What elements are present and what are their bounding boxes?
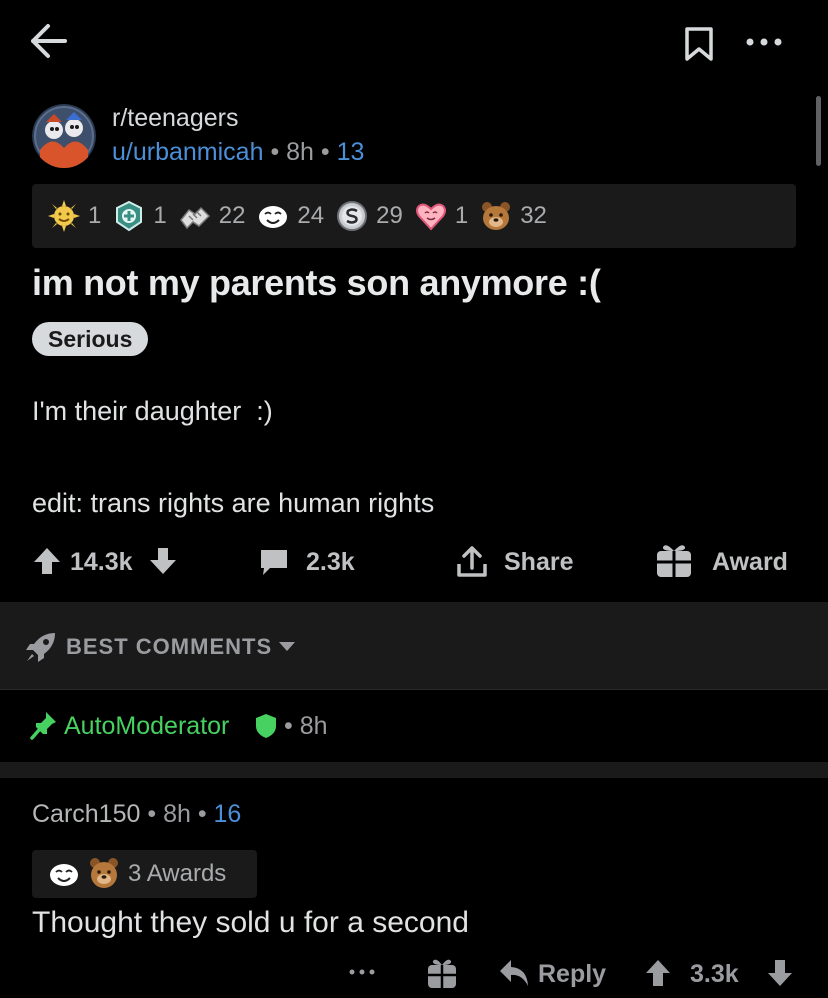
back-arrow-icon[interactable] [28, 22, 68, 60]
comments-button[interactable]: 2.3k [306, 548, 355, 577]
more-horizontal-icon[interactable] [348, 962, 376, 982]
post-time: 8h [286, 138, 314, 166]
pin-icon [30, 710, 58, 740]
comment-time: 8h [163, 800, 191, 828]
bookmark-icon[interactable] [682, 26, 716, 62]
award-count: 1 [88, 202, 102, 229]
award-count: 22 [218, 202, 246, 229]
sort-dropdown-label[interactable]: BEST COMMENTS [66, 634, 272, 660]
gift-icon[interactable] [654, 540, 694, 580]
gift-icon[interactable] [426, 956, 458, 990]
share-icon[interactable] [454, 544, 490, 580]
post-flair[interactable]: Serious [32, 322, 149, 356]
post-title: im not my parents son anymore :( [32, 262, 601, 303]
award-count: 1 [153, 202, 167, 229]
bear-award-icon [480, 200, 512, 232]
reply-button[interactable]: Reply [538, 960, 606, 989]
awards-bar[interactable]: 1 1 22 24 29 1 32 [32, 184, 796, 248]
sun-award-icon [48, 200, 80, 232]
heart-award-icon [415, 200, 447, 232]
subreddit-avatar[interactable] [32, 104, 96, 168]
post-body-line: edit: trans rights are human rights [32, 488, 435, 518]
award-item[interactable]: 24 [257, 200, 324, 232]
reply-arrow-icon[interactable] [498, 958, 530, 988]
comment-score: 3.3k [690, 960, 739, 988]
comment-meta: Carch150 • 8h • 16 [32, 800, 241, 829]
award-count: 24 [297, 202, 325, 229]
medic-award-icon [113, 200, 145, 232]
scrollbar[interactable] [816, 96, 821, 166]
post-meta: u/urbanmicah • 8h • 13 [112, 138, 364, 167]
separator-dot: • [284, 712, 300, 740]
comment-time: 8h [299, 712, 328, 740]
post-body-line: I'm their daughter :) [32, 396, 273, 426]
separator-dot: • [197, 800, 214, 828]
comment-awards-label: 3 Awards [128, 860, 227, 887]
award-button[interactable]: Award [712, 548, 788, 577]
award-item[interactable]: 1 [113, 200, 167, 232]
downvote-arrow-icon[interactable] [766, 958, 794, 988]
moderator-shield-icon [254, 712, 278, 740]
comment-author[interactable]: Carch150 [32, 800, 140, 828]
downvote-arrow-icon[interactable] [148, 546, 178, 576]
rocket-icon[interactable] [24, 630, 58, 664]
silver-coin-award-icon [336, 200, 368, 232]
award-item[interactable]: 22 [179, 200, 246, 232]
comment-award-count[interactable]: 16 [214, 800, 242, 828]
award-item[interactable]: 32 [480, 200, 547, 232]
comment-bubble-icon[interactable] [258, 546, 290, 578]
automod-time: • 8h [284, 712, 328, 741]
award-item[interactable]: 1 [415, 200, 468, 232]
bear-award-icon [88, 856, 120, 890]
chevron-down-icon[interactable] [276, 638, 298, 654]
award-item[interactable]: 1 [48, 200, 101, 232]
separator-dot: • [320, 138, 337, 166]
post-score: 14.3k [70, 548, 133, 576]
automoderator-name[interactable]: AutoModerator [64, 712, 229, 741]
subreddit-link[interactable]: r/teenagers [112, 104, 238, 133]
more-horizontal-icon[interactable] [744, 30, 784, 54]
face-award-icon [48, 858, 80, 890]
upvote-arrow-icon[interactable] [32, 546, 62, 576]
separator-dot: • [147, 800, 164, 828]
face-award-icon [257, 200, 289, 232]
handshake-award-icon [179, 200, 211, 232]
award-count: 29 [376, 202, 403, 229]
comment-body: Thought they sold u for a second [32, 906, 469, 939]
separator-dot: • [270, 138, 287, 166]
award-count: 32 [520, 202, 547, 229]
share-button[interactable]: Share [504, 548, 573, 577]
post-award-count[interactable]: 13 [337, 138, 365, 166]
award-count: 1 [454, 202, 469, 229]
award-item[interactable]: 29 [336, 200, 403, 232]
author-link[interactable]: u/urbanmicah [112, 138, 263, 166]
section-divider [0, 762, 828, 778]
upvote-arrow-icon[interactable] [644, 958, 672, 988]
